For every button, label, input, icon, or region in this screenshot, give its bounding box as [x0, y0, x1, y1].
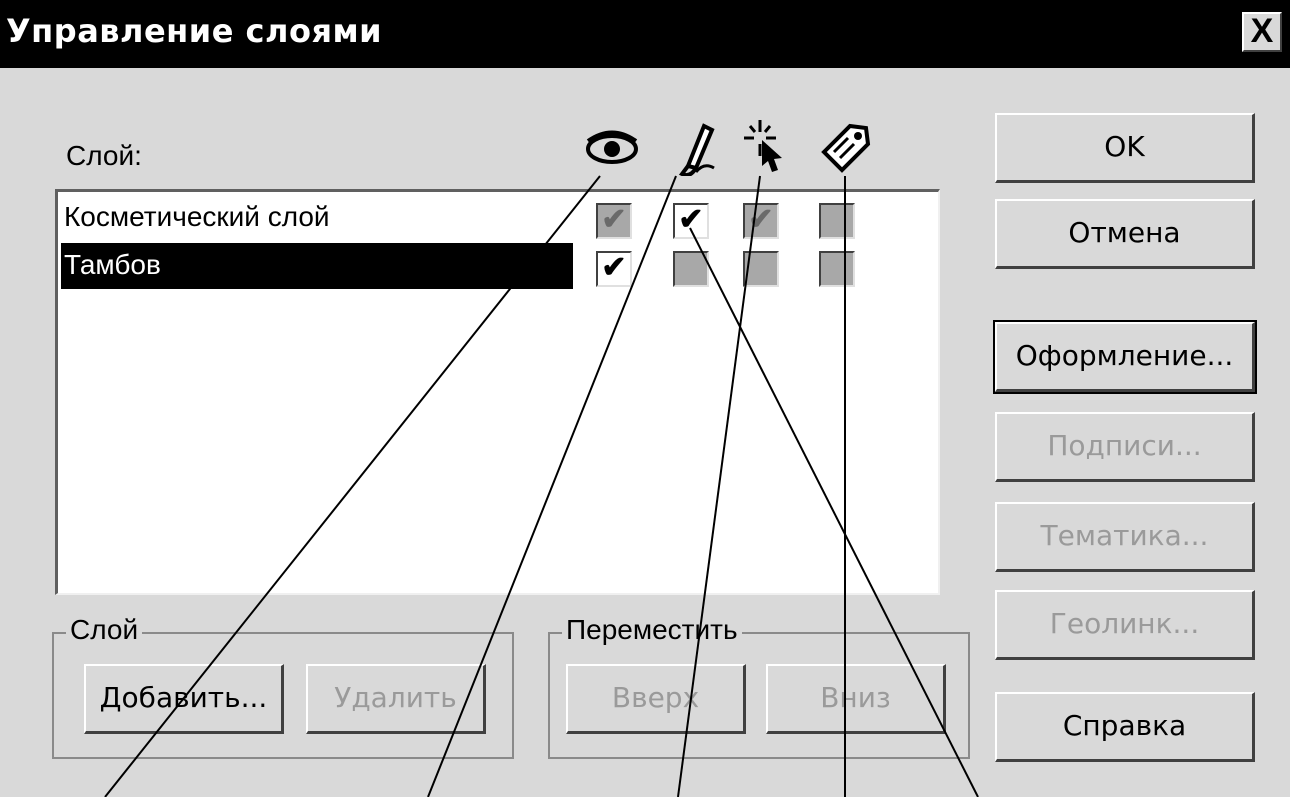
- callout-line: [104, 175, 601, 797]
- callout-line: [427, 175, 677, 797]
- callout-lines: [104, 175, 979, 797]
- callout-line: [677, 175, 761, 797]
- layer-control-dialog: Управление слоями X Слой: Косметический …: [0, 0, 1290, 797]
- callout-line: [689, 227, 979, 797]
